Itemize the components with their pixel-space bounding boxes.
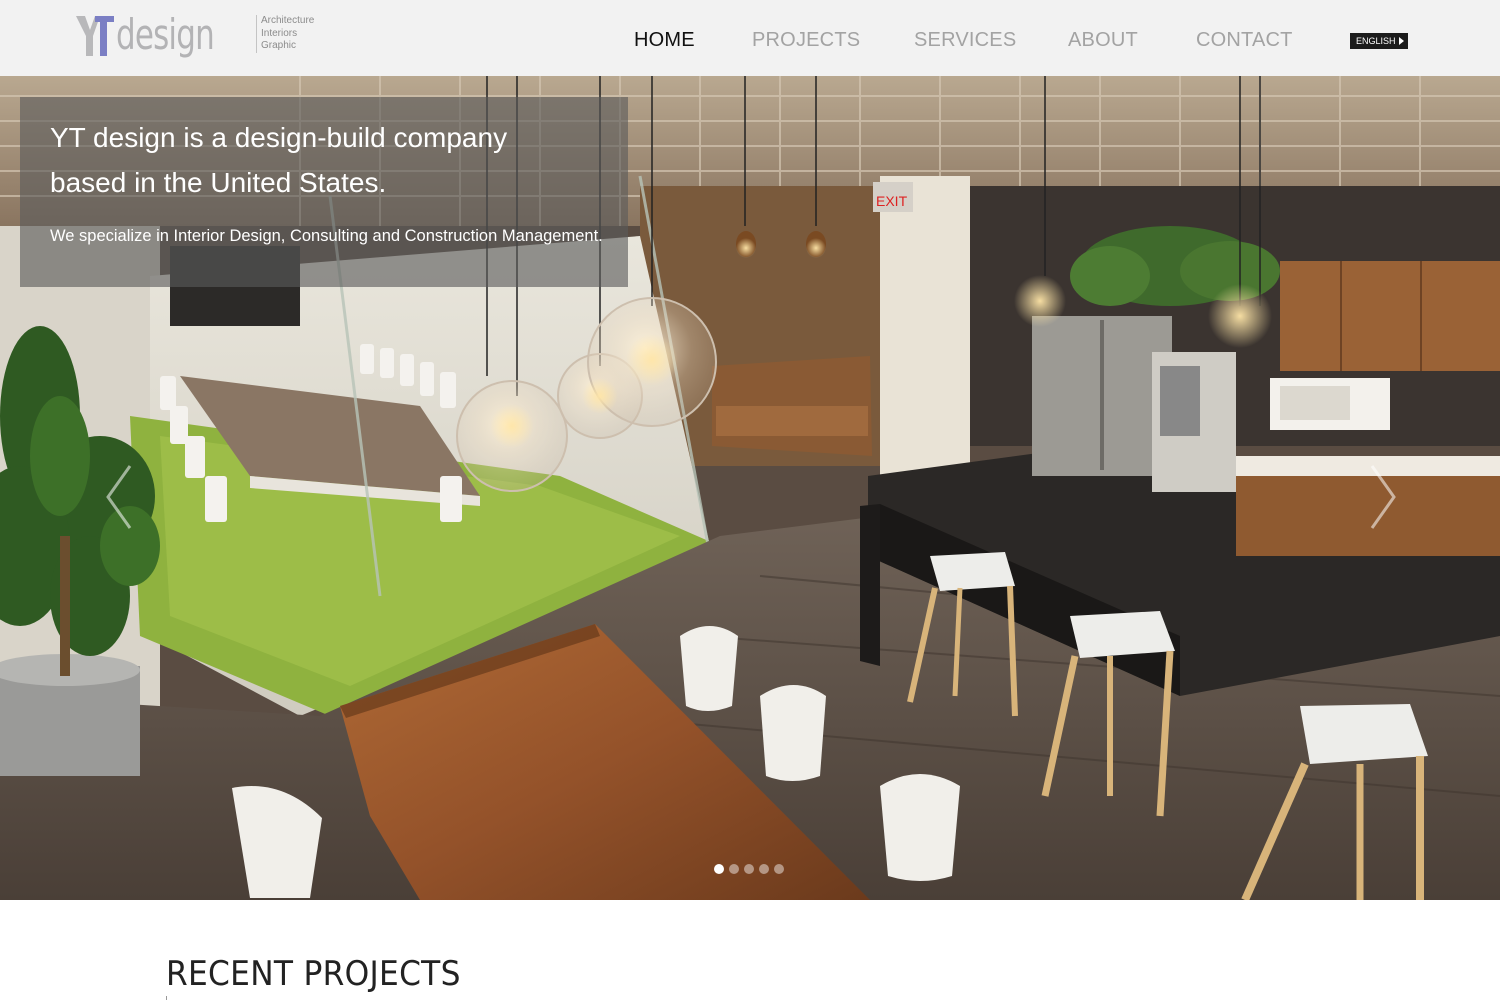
recent-projects-heading: RECENT PROJECTS [166, 954, 461, 994]
slider-dot[interactable] [744, 864, 754, 874]
language-selector[interactable]: ENGLISH [1350, 33, 1408, 49]
hero-headline-line: based in the United States. [50, 167, 387, 198]
caret-right-icon [1399, 37, 1404, 45]
slider-dot[interactable] [714, 864, 724, 874]
slider-next-arrow-icon[interactable] [1368, 462, 1398, 532]
nav-item-about[interactable]: ABOUT [1068, 28, 1138, 52]
nav-item-contact[interactable]: CONTACT [1196, 28, 1293, 52]
slider-dot[interactable] [759, 864, 769, 874]
slider-prev-arrow-icon[interactable] [104, 462, 134, 532]
slider-dot[interactable] [729, 864, 739, 874]
site-header: design Architecture Interiors Graphic HO… [0, 0, 1500, 76]
section-divider [166, 996, 167, 1000]
slider-pagination [714, 864, 784, 874]
nav-item-services[interactable]: SERVICES [914, 28, 1016, 52]
hero-caption: YT design is a design-build company base… [20, 97, 628, 287]
hero-headline-line: YT design is a design-build company [50, 122, 508, 153]
nav-item-projects[interactable]: PROJECTS [752, 28, 860, 52]
exit-sign-text: EXIT [876, 193, 908, 209]
language-label: ENGLISH [1356, 36, 1396, 46]
main-nav: HOME PROJECTS SERVICES ABOUT CONTACT [0, 28, 1500, 52]
slider-dot[interactable] [774, 864, 784, 874]
nav-item-home[interactable]: HOME [634, 28, 695, 52]
hero-slider: EXIT YT design is a design-build company… [0, 76, 1500, 900]
hero-subline: We specialize in Interior Design, Consul… [50, 227, 603, 245]
logo-tagline-line: Architecture [261, 15, 315, 26]
